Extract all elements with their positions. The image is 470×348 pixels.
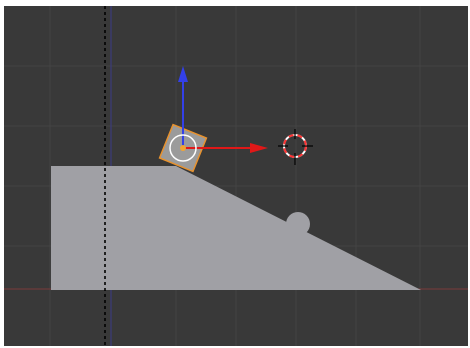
bump-mesh[interactable] [286, 212, 310, 236]
3d-viewport[interactable] [0, 0, 470, 348]
object-origin-icon [180, 145, 186, 151]
viewport-canvas[interactable] [0, 0, 470, 348]
